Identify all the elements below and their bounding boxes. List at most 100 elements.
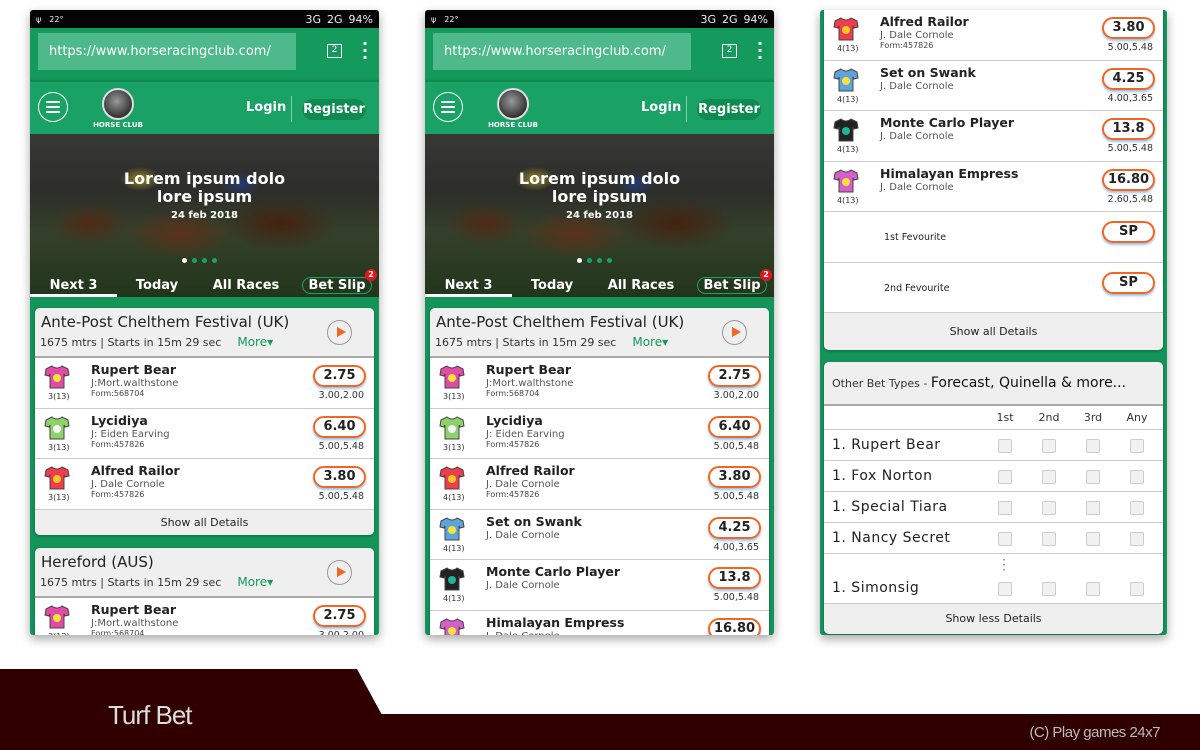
odds-button[interactable]: 2.75: [708, 365, 761, 387]
position-checkbox-2nd[interactable]: [1042, 470, 1056, 484]
position-checkbox-1st[interactable]: [998, 501, 1012, 515]
login-link[interactable]: Login: [246, 100, 286, 115]
position-checkbox-any[interactable]: [1130, 582, 1144, 596]
position-checkbox-any[interactable]: [1130, 501, 1144, 515]
runner-row[interactable]: 3(13) Lycidiya J: Eiden Earving Form:457826…: [430, 408, 769, 459]
more-menu-icon[interactable]: · · ·: [755, 36, 765, 66]
odds-button[interactable]: 3.80: [1102, 17, 1155, 39]
show-all-details-button[interactable]: Show all Details: [35, 509, 374, 535]
odds-button[interactable]: 3.80: [708, 466, 761, 488]
runner-row[interactable]: 4(13) Monte Carlo Player J. Dale Cornole 13…: [824, 111, 1163, 162]
tab-next-3[interactable]: Next 3: [30, 276, 117, 297]
runner-row[interactable]: 4(13)Himalayan EmpressJ. Dale Cornole16.…: [824, 161, 1163, 212]
runner-row[interactable]: 3(13) Alfred Railor J. Dale Cornole Form:45…: [35, 459, 374, 510]
runner-row[interactable]: 4(13)Himalayan EmpressJ. Dale Cornole16.…: [430, 610, 769, 635]
other-bets-header[interactable]: Other Bet Types - Forecast, Quinella & m…: [824, 362, 1163, 406]
odds-button[interactable]: 16.80: [708, 617, 761, 635]
position-checkbox-1st[interactable]: [998, 470, 1012, 484]
place-odds: 5.00,5.48: [1107, 143, 1153, 154]
url-input[interactable]: https://www.horseracingclub.com/: [433, 33, 691, 70]
tab-next-3[interactable]: Next 3: [425, 276, 512, 297]
runner-row[interactable]: 4(13) Monte Carlo Player J. Dale Cornole 13…: [430, 560, 769, 611]
carousel-dot[interactable]: [607, 258, 612, 263]
show-all-details-button[interactable]: Show all Details: [824, 313, 1163, 350]
play-video-icon[interactable]: [722, 320, 747, 345]
favourite-label: 2nd Fevourite: [884, 282, 950, 294]
odds-button[interactable]: 16.80: [1102, 168, 1155, 191]
runner-row[interactable]: 4(13) Set on Swank J. Dale Cornole 4.25 4.00…: [824, 60, 1163, 111]
position-checkbox-any[interactable]: [1130, 532, 1144, 546]
carousel-dot[interactable]: [577, 258, 582, 263]
odds-button[interactable]: 6.40: [313, 415, 366, 438]
odds-button[interactable]: 13.8: [1102, 118, 1155, 140]
carousel-dot[interactable]: [192, 258, 197, 263]
tab-today[interactable]: Today: [512, 276, 592, 297]
column-headers: 1st 2nd 3rd Any: [824, 406, 1163, 430]
more-menu-icon[interactable]: · · ·: [360, 36, 370, 66]
runner-row[interactable]: 3(13) Rupert BearJ:Mort.walthstoneForm:56…: [35, 598, 374, 635]
position-checkbox-3rd[interactable]: [1086, 532, 1100, 546]
play-video-icon[interactable]: [327, 560, 352, 585]
odds-button[interactable]: 13.8: [708, 567, 761, 589]
hero-banner[interactable]: Lorem ipsum dolo lore ipsum 24 feb 2018 Nex…: [425, 134, 774, 297]
register-button[interactable]: Register: [697, 99, 761, 120]
runner-position: 4(13): [837, 44, 859, 53]
odds-button[interactable]: 4.25: [708, 516, 761, 539]
position-checkbox-any[interactable]: [1130, 439, 1144, 453]
login-link[interactable]: Login: [641, 100, 681, 115]
runner-row[interactable]: 3(13) Rupert BearJ:Mort.walthstoneForm:56…: [430, 358, 769, 409]
odds-button[interactable]: 2.75: [313, 365, 366, 387]
carousel-dot[interactable]: [182, 258, 187, 263]
url-input[interactable]: https://www.horseracingclub.com/: [38, 33, 296, 70]
tab-all-races[interactable]: All Races: [592, 276, 690, 297]
hamburger-menu-icon[interactable]: [38, 92, 68, 122]
carousel-dot[interactable]: [202, 258, 207, 263]
more-toggle[interactable]: More▾: [237, 335, 273, 349]
position-checkbox-1st[interactable]: [998, 532, 1012, 546]
runner-position: 3(13): [48, 493, 70, 502]
tab-today[interactable]: Today: [117, 276, 197, 297]
position-checkbox-2nd[interactable]: [1042, 439, 1056, 453]
more-toggle[interactable]: More▾: [237, 575, 273, 589]
carousel-dot[interactable]: [597, 258, 602, 263]
odds-button[interactable]: 3.80: [313, 466, 366, 488]
position-checkbox-2nd[interactable]: [1042, 532, 1056, 546]
runner-row[interactable]: 4(13) Set on Swank J. Dale Cornole 4.25 4.00…: [430, 509, 769, 560]
odds-button[interactable]: 2.75: [313, 605, 366, 627]
logo[interactable]: HORSE CLUB: [483, 88, 543, 129]
favourite-row[interactable]: 2nd Fevourite SP: [824, 262, 1163, 313]
runner-row[interactable]: 3(13) Rupert BearJ:Mort.walthstoneForm:56…: [35, 358, 374, 409]
hamburger-menu-icon[interactable]: [433, 92, 463, 122]
position-checkbox-3rd[interactable]: [1086, 439, 1100, 453]
position-checkbox-2nd[interactable]: [1042, 582, 1056, 596]
show-less-details-button[interactable]: Show less Details: [824, 604, 1163, 634]
position-checkbox-2nd[interactable]: [1042, 501, 1056, 515]
more-toggle[interactable]: More▾: [632, 335, 668, 349]
position-checkbox-1st[interactable]: [998, 439, 1012, 453]
play-video-icon[interactable]: [327, 320, 352, 345]
runner-row[interactable]: 3(13) Lycidiya J: Eiden Earving Form:457826…: [35, 408, 374, 459]
runner-row[interactable]: 4(13) Alfred Railor J. Dale Cornole Form:45…: [824, 10, 1163, 61]
tab-all-races[interactable]: All Races: [197, 276, 295, 297]
position-checkbox-1st[interactable]: [998, 582, 1012, 596]
hero-banner[interactable]: Lorem ipsum dolo lore ipsum 24 feb 2018 Nex…: [30, 134, 379, 297]
tab-bet-slip[interactable]: Bet Slip 2: [690, 269, 774, 297]
position-checkbox-any[interactable]: [1130, 470, 1144, 484]
position-checkbox-3rd[interactable]: [1086, 501, 1100, 515]
tab-count-button[interactable]: 2: [722, 44, 737, 58]
logo[interactable]: HORSE CLUB: [88, 88, 148, 129]
odds-button[interactable]: 4.25: [1102, 67, 1155, 90]
odds-button[interactable]: 6.40: [708, 415, 761, 438]
carousel-dot[interactable]: [212, 258, 217, 263]
favourite-row[interactable]: 1st Fevourite SP: [824, 212, 1163, 263]
position-checkbox-3rd[interactable]: [1086, 582, 1100, 596]
carousel-dot[interactable]: [587, 258, 592, 263]
jersey-icon: [439, 465, 465, 491]
position-checkbox-3rd[interactable]: [1086, 470, 1100, 484]
tab-count-button[interactable]: 2: [327, 44, 342, 58]
runner-row[interactable]: 4(13) Alfred Railor J. Dale Cornole Form:45…: [430, 459, 769, 510]
tab-bet-slip[interactable]: Bet Slip 2: [295, 269, 379, 297]
register-button[interactable]: Register: [302, 99, 366, 120]
sp-odds-button[interactable]: SP: [1102, 221, 1155, 243]
sp-odds-button[interactable]: SP: [1102, 271, 1155, 294]
